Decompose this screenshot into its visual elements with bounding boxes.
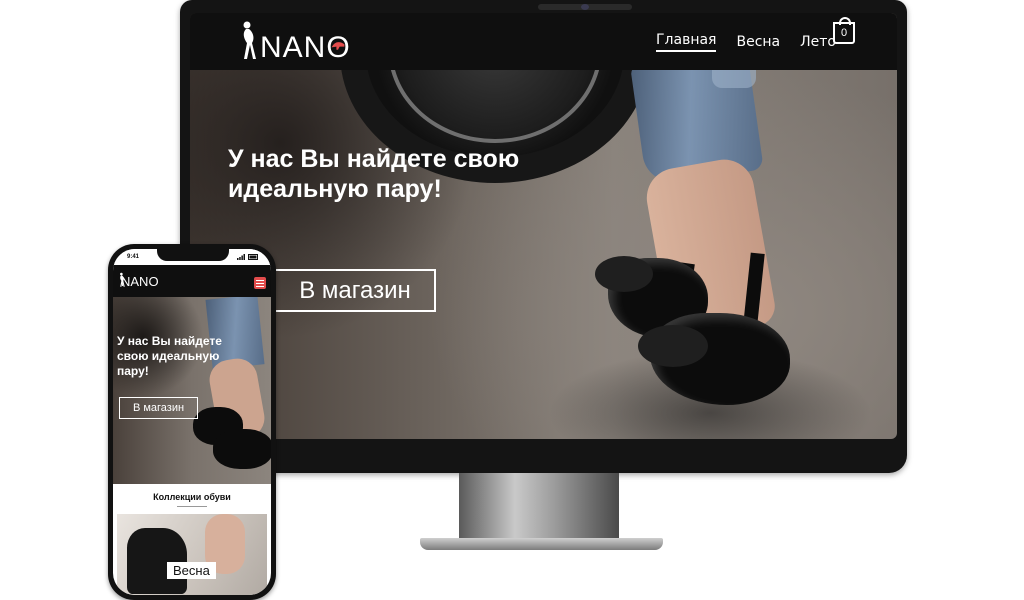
desktop-monitor: NANO Главная Весна Лето 0 У нас Вы найде… <box>180 0 907 473</box>
signal-icon <box>237 254 246 260</box>
hero-image-bow <box>595 256 653 292</box>
status-icons <box>237 254 259 262</box>
hero-title: У нас Вы найдете свою идеальную пару! <box>228 145 520 203</box>
heel-icon <box>331 42 345 50</box>
mobile-logo[interactable]: NANO <box>121 274 159 289</box>
mobile-phone: 9:41 NANO У нас Вы найдете свою идеальну… <box>108 244 276 600</box>
mobile-navbar: NANO <box>113 265 271 297</box>
desktop-navbar: NANO Главная Весна Лето 0 <box>190 13 897 70</box>
mobile-hero: У нас Вы найдете свою идеальную пару! В … <box>113 297 271 484</box>
camera <box>538 4 632 10</box>
site-logo[interactable]: NANO <box>238 21 353 67</box>
phone-notch <box>157 249 229 261</box>
nav-item-home[interactable]: Главная <box>656 32 717 52</box>
desktop-screen: NANO Главная Весна Лето 0 У нас Вы найде… <box>190 13 897 439</box>
card-image-boot <box>127 528 187 594</box>
monitor-base <box>420 538 663 550</box>
collections-title: Коллекции обуви <box>153 492 231 502</box>
hero-image-bow <box>638 325 708 367</box>
title-underline <box>177 506 207 507</box>
battery-icon <box>248 254 258 260</box>
collection-card-spring[interactable]: Весна <box>117 514 267 595</box>
mobile-shop-button[interactable]: В магазин <box>119 397 198 419</box>
mobile-screen: 9:41 NANO У нас Вы найдете свою идеальну… <box>113 249 271 595</box>
woman-silhouette-icon <box>243 21 256 59</box>
nav-item-summer[interactable]: Лето <box>800 34 836 50</box>
status-time: 9:41 <box>127 254 140 260</box>
desktop-menu: Главная Весна Лето <box>656 13 856 70</box>
hero-image-shoe <box>213 429 271 469</box>
nav-item-spring[interactable]: Весна <box>736 34 780 50</box>
hamburger-menu-icon[interactable] <box>254 277 266 289</box>
shop-button[interactable]: В магазин <box>274 269 436 312</box>
cart-icon[interactable]: 0 <box>833 17 855 44</box>
cart-count: 0 <box>840 27 848 39</box>
collection-card-label: Весна <box>167 562 216 579</box>
monitor-stand <box>459 473 619 543</box>
status-bar: 9:41 <box>113 249 271 265</box>
mobile-hero-title: У нас Вы найдете свою идеальную пару! <box>117 334 222 378</box>
